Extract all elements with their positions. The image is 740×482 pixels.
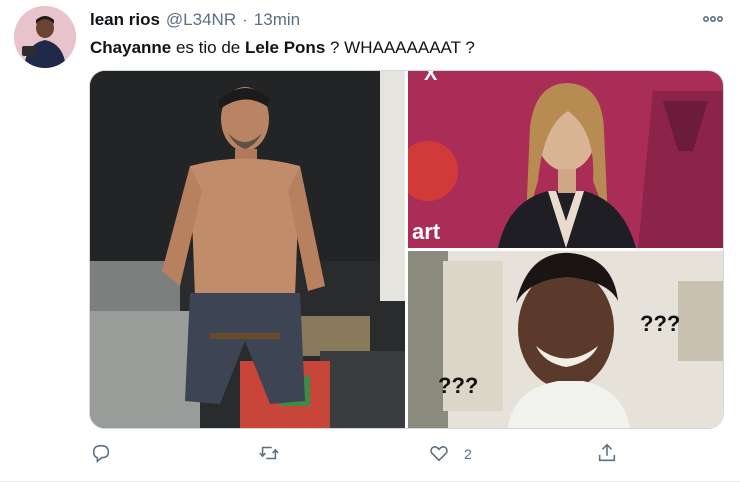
tweet[interactable]: lean rios @L34NR · 13min Chayanne es tio… bbox=[0, 0, 740, 482]
tweet-actions: 2 bbox=[90, 440, 630, 468]
media-image-left[interactable] bbox=[90, 71, 405, 428]
banner-text: art bbox=[412, 219, 441, 244]
author-handle[interactable]: @L34NR bbox=[166, 10, 236, 30]
avatar[interactable] bbox=[14, 6, 76, 68]
retweet-icon bbox=[258, 442, 280, 467]
media-image-bottom-right[interactable]: ??? ??? bbox=[408, 251, 723, 428]
tweet-time[interactable]: 13min bbox=[254, 10, 300, 30]
more-icon[interactable] bbox=[700, 10, 726, 28]
tweet-header: lean rios @L34NR · 13min bbox=[90, 10, 300, 30]
meme-text-right: ??? bbox=[640, 311, 681, 336]
share-icon bbox=[596, 442, 618, 467]
like-icon bbox=[428, 442, 450, 467]
media-image-top-right[interactable]: art X bbox=[408, 71, 723, 248]
reply-icon bbox=[90, 442, 112, 467]
author-name[interactable]: lean rios bbox=[90, 10, 160, 30]
reply-button[interactable] bbox=[90, 440, 126, 468]
mention-chayanne: Chayanne bbox=[90, 38, 172, 57]
text-part: es tio de bbox=[171, 38, 245, 57]
text-part: ? WHAAAAAAAT ? bbox=[325, 38, 475, 57]
like-button[interactable]: 2 bbox=[428, 440, 472, 468]
media-grid: art X ??? ??? bbox=[89, 70, 724, 429]
mention-lele-pons: Lele Pons bbox=[244, 38, 326, 57]
banner-mark: X bbox=[424, 71, 438, 85]
meme-text-left: ??? bbox=[438, 373, 479, 398]
tweet-text: Chayanne es tio de Lele Pons ? WHAAAAAAA… bbox=[90, 38, 475, 58]
share-button[interactable] bbox=[596, 440, 632, 468]
separator-dot: · bbox=[242, 10, 248, 29]
like-count: 2 bbox=[464, 446, 472, 462]
retweet-button[interactable] bbox=[258, 440, 294, 468]
